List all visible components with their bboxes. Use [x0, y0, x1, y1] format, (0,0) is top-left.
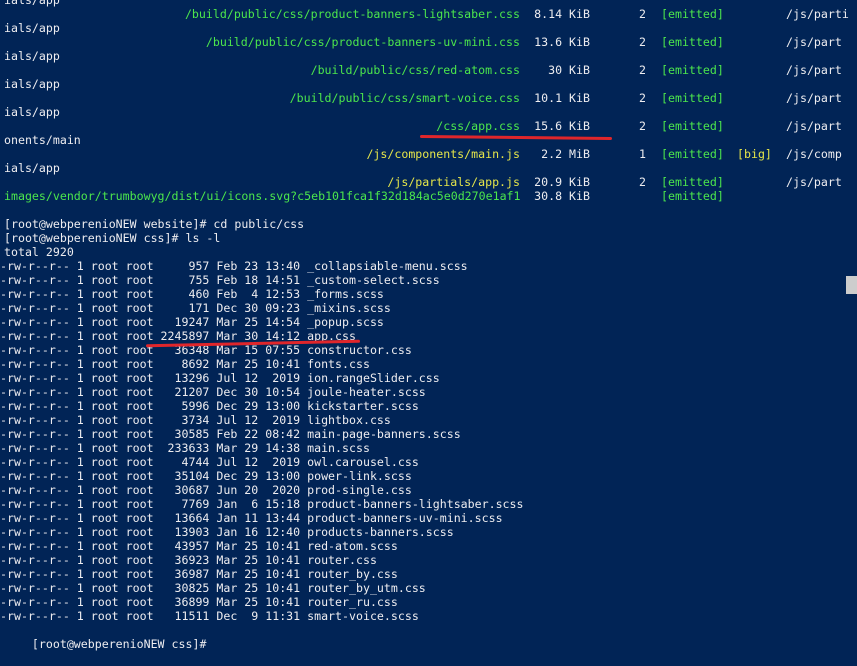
file-row: -rw-r--r-- 1 root root 460 Feb 4 12:53 _… [0, 287, 384, 301]
asset-size: 2.2 MiB [541, 147, 590, 161]
file-row: -rw-r--r-- 1 root root 3734 Jul 12 2019 … [0, 413, 391, 427]
chunk-names: /js/part [786, 119, 842, 133]
asset-size: 30 KiB [548, 63, 590, 77]
file-row: -rw-r--r-- 1 root root 30687 Jun 20 2020… [0, 483, 412, 497]
chunk-names: /js/parti [786, 7, 849, 21]
highlight-underline-app-css-asset [419, 134, 613, 141]
file-row: -rw-r--r-- 1 root root 957 Feb 23 13:40 … [0, 259, 468, 273]
asset-size: 10.1 KiB [534, 91, 590, 105]
asset-name: /build/public/css/product-banners-uv-min… [205, 35, 520, 49]
asset-chunks: 2 [639, 35, 646, 49]
asset-size: 30.8 KiB [534, 189, 590, 203]
final-prompt[interactable]: [root@webperenioNEW css]# [4, 623, 213, 651]
emitted-status: [emitted] [661, 91, 724, 105]
asset-size: 13.6 KiB [534, 35, 590, 49]
prompt-text: [root@webperenioNEW css]# [31, 637, 214, 651]
wrapped-chunk-name: ials/app [4, 49, 60, 63]
wrapped-chunk-name: ials/app [4, 161, 60, 175]
chunk-names: /js/comp [786, 147, 842, 161]
asset-size: 20.9 KiB [534, 175, 590, 189]
asset-size: 15.6 KiB [534, 119, 590, 133]
asset-chunks: 2 [639, 7, 646, 21]
webpack-row: /build/public/css/red-atom.css 30 KiB 2 [em… [0, 63, 857, 77]
asset-size: 8.14 KiB [534, 7, 590, 21]
emitted-status: [emitted] [661, 189, 724, 203]
asset-name: /js/components/main.js [366, 147, 520, 161]
emitted-status: [emitted] [661, 7, 724, 21]
scrollbar-thumb[interactable] [846, 276, 857, 294]
wrapped-chunk-name: ials/app [4, 77, 60, 91]
terminal-window[interactable]: ials/app /build/public/css/product-banne… [0, 0, 857, 666]
emitted-status: [emitted] [661, 63, 724, 77]
file-row: -rw-r--r-- 1 root root 36987 Mar 25 10:4… [0, 567, 398, 581]
file-row: -rw-r--r-- 1 root root 19247 Mar 25 14:5… [0, 315, 384, 329]
emitted-status: [emitted] [661, 119, 724, 133]
chunk-names: /js/part [786, 91, 842, 105]
file-row: -rw-r--r-- 1 root root 233633 Mar 29 14:… [0, 441, 370, 455]
ls-command-line: [root@webperenioNEW css]# ls -l [4, 231, 221, 245]
asset-name: /js/partials/app.js [387, 175, 520, 189]
file-row: -rw-r--r-- 1 root root 7769 Jan 6 15:18 … [0, 497, 524, 511]
asset-chunks: 2 [639, 63, 646, 77]
file-row: -rw-r--r-- 1 root root 13664 Jan 11 13:4… [0, 511, 503, 525]
file-row: -rw-r--r-- 1 root root 35104 Dec 29 13:0… [0, 469, 412, 483]
file-row: -rw-r--r-- 1 root root 5996 Dec 29 13:00… [0, 399, 419, 413]
asset-name: /build/public/css/red-atom.css [310, 63, 520, 77]
wrapped-chunk-name: ials/app [4, 21, 60, 35]
asset-chunks: 2 [639, 119, 646, 133]
file-row: -rw-r--r-- 1 root root 30825 Mar 25 10:4… [0, 581, 426, 595]
webpack-row: /build/public/css/product-banners-uv-min… [0, 35, 857, 49]
chunk-names: /js/part [786, 63, 842, 77]
file-row: -rw-r--r-- 1 root root 21207 Dec 30 10:5… [0, 385, 426, 399]
asset-name: images/vendor/trumbowyg/dist/ui/icons.sv… [4, 189, 521, 203]
ls-total-line: total 2920 [4, 245, 74, 259]
asset-name: /build/public/css/smart-voice.css [289, 91, 520, 105]
emitted-status: [emitted] [661, 175, 724, 189]
file-row: -rw-r--r-- 1 root root 4744 Jul 12 2019 … [0, 455, 419, 469]
file-row: -rw-r--r-- 1 root root 43957 Mar 25 10:4… [0, 539, 398, 553]
file-row: -rw-r--r-- 1 root root 36923 Mar 25 10:4… [0, 553, 377, 567]
webpack-row: /js/components/main.js 2.2 MiB 1 [emitted] [… [0, 147, 857, 161]
file-row: -rw-r--r-- 1 root root 13903 Jan 16 12:4… [0, 525, 454, 539]
chunk-names: /js/part [786, 175, 842, 189]
emitted-status: [emitted] [661, 35, 724, 49]
asset-chunks: 2 [639, 91, 646, 105]
wrapped-chunk-name: onents/main [4, 133, 81, 147]
file-row: -rw-r--r-- 1 root root 30585 Feb 22 08:4… [0, 427, 461, 441]
file-row: -rw-r--r-- 1 root root 171 Dec 30 09:23 … [0, 301, 391, 315]
webpack-row: images/vendor/trumbowyg/dist/ui/icons.sv… [0, 189, 857, 203]
wrapped-chunk-name: ials/app [4, 105, 60, 119]
chunk-names: /js/part [786, 35, 842, 49]
emitted-status: [emitted] [661, 147, 724, 161]
file-row: -rw-r--r-- 1 root root 11511 Dec 9 11:31… [0, 609, 419, 623]
terminal-line-partial: ials/app [4, 0, 60, 7]
cd-command-line: [root@webperenioNEW website]# cd public/… [4, 217, 305, 231]
file-row: -rw-r--r-- 1 root root 8692 Mar 25 10:41… [0, 357, 370, 371]
asset-chunks: 1 [639, 147, 646, 161]
asset-name: /css/app.css [436, 119, 520, 133]
asset-name: /build/public/css/product-banners-lights… [184, 7, 520, 21]
file-row: -rw-r--r-- 1 root root 755 Feb 18 14:51 … [0, 273, 440, 287]
webpack-row: /build/public/css/smart-voice.css 10.1 Ki… [0, 91, 857, 105]
asset-chunks: 2 [639, 175, 646, 189]
big-tag: [big] [737, 147, 772, 161]
file-row: -rw-r--r-- 1 root root 36899 Mar 25 10:4… [0, 595, 398, 609]
file-row: -rw-r--r-- 1 root root 13296 Jul 12 2019… [0, 371, 440, 385]
webpack-row: /js/partials/app.js 20.9 KiB 2 [emitted] /js… [0, 175, 857, 189]
webpack-row: /build/public/css/product-banners-lights… [0, 7, 857, 21]
webpack-row: /css/app.css 15.6 KiB 2 [emitted] /js/part [0, 119, 857, 133]
